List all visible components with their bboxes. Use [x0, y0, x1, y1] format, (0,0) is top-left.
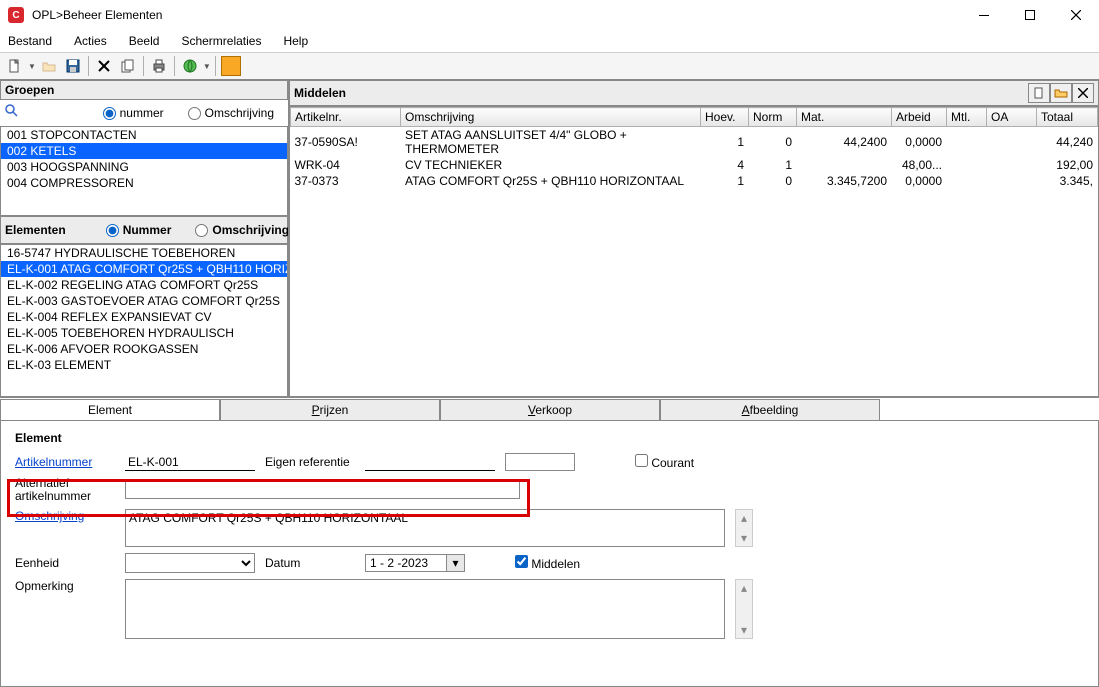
artikelnummer-field[interactable]	[125, 454, 255, 471]
col-arbeid[interactable]: Arbeid	[892, 108, 947, 127]
col-oa[interactable]: OA	[987, 108, 1037, 127]
label-eigenref: Eigen referentie	[265, 455, 355, 469]
menu-help[interactable]: Help	[279, 32, 312, 50]
menu-acties[interactable]: Acties	[70, 32, 111, 50]
groepen-list[interactable]: 001 STOPCONTACTEN 002 KETELS 003 HOOGSPA…	[0, 126, 288, 216]
list-item[interactable]: 003 HOOGSPANNING	[1, 159, 287, 175]
new-row-icon[interactable]	[1028, 83, 1050, 103]
col-totaal[interactable]: Totaal	[1037, 108, 1098, 127]
tab-verkoop[interactable]: Verkoop	[440, 399, 660, 421]
col-norm[interactable]: Norm	[749, 108, 797, 127]
tab-element[interactable]: Element	[0, 399, 220, 421]
list-item[interactable]: EL-K-03 ELEMENT	[1, 357, 287, 373]
scroll-down-icon[interactable]: ▾	[736, 530, 752, 546]
list-item[interactable]: 002 KETELS	[1, 143, 287, 159]
groepen-radio-nummer[interactable]: nummer	[103, 106, 164, 120]
window-title: OPL>Beheer Elementen	[32, 8, 961, 22]
elementen-radio-nummer[interactable]: Nummer	[106, 223, 172, 237]
print-icon[interactable]	[148, 55, 170, 77]
list-item[interactable]: EL-K-001 ATAG COMFORT Qr25S + QBH110 HOR…	[1, 261, 287, 277]
close-button[interactable]	[1053, 0, 1099, 30]
delete-row-icon[interactable]	[1072, 83, 1094, 103]
eenheid-select[interactable]	[125, 553, 255, 573]
tab-prijzen[interactable]: Prijzen	[220, 399, 440, 421]
titlebar: C OPL>Beheer Elementen	[0, 0, 1099, 30]
menu-beeld[interactable]: Beeld	[125, 32, 164, 50]
datum-field[interactable]: ▾	[365, 554, 465, 572]
form-section-title: Element	[15, 431, 1084, 445]
app-icon: C	[8, 7, 24, 23]
form-element: Element Artikelnummer Eigen referentie C…	[0, 420, 1099, 687]
table-row[interactable]: 37-0373ATAG COMFORT Qr25S + QBH110 HORIZ…	[291, 173, 1098, 189]
middelen-header: Middelen	[289, 80, 1099, 106]
groepen-header: Groepen	[0, 80, 288, 100]
minimize-button[interactable]	[961, 0, 1007, 30]
list-item[interactable]: EL-K-005 TOEBEHOREN HYDRAULISCH	[1, 325, 287, 341]
maximize-button[interactable]	[1007, 0, 1053, 30]
list-item[interactable]: 001 STOPCONTACTEN	[1, 127, 287, 143]
save-icon[interactable]	[62, 55, 84, 77]
search-icon[interactable]	[4, 103, 23, 123]
list-item[interactable]: EL-K-006 AFVOER ROOKGASSEN	[1, 341, 287, 357]
elementen-header: Elementen Nummer Omschrijving	[0, 216, 288, 244]
list-item[interactable]: EL-K-003 GASTOEVOER ATAG COMFORT Qr25S	[1, 293, 287, 309]
col-mat[interactable]: Mat.	[797, 108, 892, 127]
col-hoev[interactable]: Hoev.	[701, 108, 749, 127]
copy-icon[interactable]	[117, 55, 139, 77]
label-opmerking: Opmerking	[15, 579, 115, 593]
middelen-table[interactable]: Artikelnr. Omschrijving Hoev. Norm Mat. …	[289, 106, 1099, 397]
tabs: Element Prijzen Verkoop Afbeelding	[0, 398, 1099, 420]
elementen-list[interactable]: 16-5747 HYDRAULISCHE TOEBEHOREN EL-K-001…	[0, 244, 288, 397]
list-item[interactable]: EL-K-002 REGELING ATAG COMFORT Qr25S	[1, 277, 287, 293]
eigenref-field[interactable]	[365, 454, 495, 471]
label-artikelnummer[interactable]: Artikelnummer	[15, 455, 115, 469]
label-datum: Datum	[265, 556, 355, 570]
groepen-radio-omschrijving[interactable]: Omschrijving	[188, 106, 274, 120]
col-omschrijving[interactable]: Omschrijving	[401, 108, 701, 127]
opmerking-field[interactable]	[125, 579, 725, 639]
action-icon[interactable]	[220, 55, 242, 77]
label-eenheid: Eenheid	[15, 556, 115, 570]
menu-bestand[interactable]: Bestand	[4, 32, 56, 50]
menu-schermrelaties[interactable]: Schermrelaties	[177, 32, 265, 50]
list-item[interactable]: 004 COMPRESSOREN	[1, 175, 287, 191]
scroll-up-icon[interactable]: ▴	[736, 510, 752, 526]
elementen-radio-omschrijving[interactable]: Omschrijving	[195, 223, 289, 237]
new-icon[interactable]	[4, 55, 26, 77]
courant-checkbox[interactable]: Courant	[635, 454, 694, 470]
scroll-down-icon[interactable]: ▾	[736, 622, 752, 638]
tab-afbeelding[interactable]: Afbeelding	[660, 399, 880, 421]
table-row[interactable]: 37-0590SA!SET ATAG AANSLUITSET 4/4" GLOB…	[291, 127, 1098, 158]
list-item[interactable]: EL-K-004 REFLEX EXPANSIEVAT CV	[1, 309, 287, 325]
toolbar: ▼ ▼	[0, 52, 1099, 80]
highlight-box	[7, 479, 530, 517]
table-row[interactable]: WRK-04CV TECHNIEKER4148,00...192,00	[291, 157, 1098, 173]
col-artikelnr[interactable]: Artikelnr.	[291, 108, 401, 127]
date-dropdown-icon[interactable]: ▾	[446, 555, 464, 571]
delete-icon[interactable]	[93, 55, 115, 77]
scroll-up-icon[interactable]: ▴	[736, 580, 752, 596]
extra-field[interactable]	[505, 453, 575, 471]
list-item[interactable]: 16-5747 HYDRAULISCHE TOEBEHOREN	[1, 245, 287, 261]
menubar: Bestand Acties Beeld Schermrelaties Help	[0, 30, 1099, 52]
globe-icon[interactable]	[179, 55, 201, 77]
middelen-checkbox[interactable]: Middelen	[515, 555, 580, 571]
open-row-icon[interactable]	[1050, 83, 1072, 103]
col-mtl[interactable]: Mtl.	[947, 108, 987, 127]
open-icon[interactable]	[38, 55, 60, 77]
